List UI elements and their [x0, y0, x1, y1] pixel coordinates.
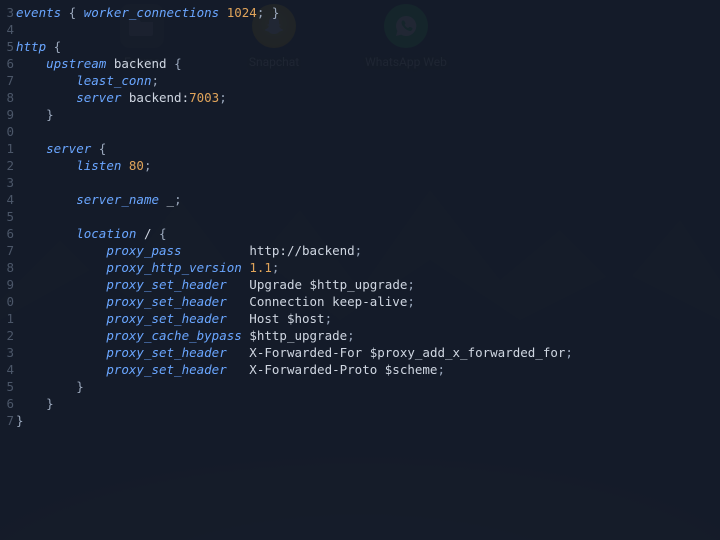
code-line[interactable]: proxy_pass http://backend;: [16, 242, 720, 259]
line-number: 4: [6, 361, 14, 378]
line-number: 9: [6, 106, 14, 123]
code-line[interactable]: proxy_set_header Connection keep-alive;: [16, 293, 720, 310]
code-line[interactable]: server backend:7003;: [16, 89, 720, 106]
code-line[interactable]: listen 80;: [16, 157, 720, 174]
line-number: 0: [6, 123, 14, 140]
line-number: 4: [6, 21, 14, 38]
line-number: 7: [6, 412, 14, 429]
code-line[interactable]: location / {: [16, 225, 720, 242]
code-line[interactable]: events { worker_connections 1024; }: [16, 4, 720, 21]
line-number: 3: [6, 4, 14, 21]
code-line[interactable]: server {: [16, 140, 720, 157]
code-line[interactable]: [16, 21, 720, 38]
line-number: 3: [6, 344, 14, 361]
code-line[interactable]: proxy_set_header X-Forwarded-For $proxy_…: [16, 344, 720, 361]
code-line[interactable]: proxy_cache_bypass $http_upgrade;: [16, 327, 720, 344]
code-editor[interactable]: 3456789012345678901234567 events { worke…: [0, 0, 720, 540]
code-line[interactable]: }: [16, 395, 720, 412]
line-number: 6: [6, 395, 14, 412]
line-number: 0: [6, 293, 14, 310]
line-number: 8: [6, 259, 14, 276]
code-line[interactable]: proxy_set_header Upgrade $http_upgrade;: [16, 276, 720, 293]
code-line[interactable]: [16, 123, 720, 140]
code-line[interactable]: }: [16, 106, 720, 123]
line-number: 1: [6, 310, 14, 327]
line-number: 9: [6, 276, 14, 293]
code-line[interactable]: upstream backend {: [16, 55, 720, 72]
code-line[interactable]: server_name _;: [16, 191, 720, 208]
code-line[interactable]: http {: [16, 38, 720, 55]
line-number: 3: [6, 174, 14, 191]
code-line[interactable]: }: [16, 412, 720, 429]
line-number: 4: [6, 191, 14, 208]
code-line[interactable]: proxy_http_version 1.1;: [16, 259, 720, 276]
line-number: 7: [6, 72, 14, 89]
line-number: 6: [6, 55, 14, 72]
line-number: 7: [6, 242, 14, 259]
code-area[interactable]: events { worker_connections 1024; } http …: [16, 4, 720, 540]
line-number: 6: [6, 225, 14, 242]
code-line[interactable]: least_conn;: [16, 72, 720, 89]
code-line[interactable]: [16, 208, 720, 225]
line-number: 8: [6, 89, 14, 106]
code-line[interactable]: proxy_set_header Host $host;: [16, 310, 720, 327]
code-line[interactable]: proxy_set_header X-Forwarded-Proto $sche…: [16, 361, 720, 378]
line-number: 5: [6, 38, 14, 55]
code-line[interactable]: [16, 174, 720, 191]
line-number: 2: [6, 327, 14, 344]
line-number: 2: [6, 157, 14, 174]
line-number-gutter: 3456789012345678901234567: [0, 4, 16, 540]
line-number: 1: [6, 140, 14, 157]
line-number: 5: [6, 378, 14, 395]
code-line[interactable]: }: [16, 378, 720, 395]
line-number: 5: [6, 208, 14, 225]
